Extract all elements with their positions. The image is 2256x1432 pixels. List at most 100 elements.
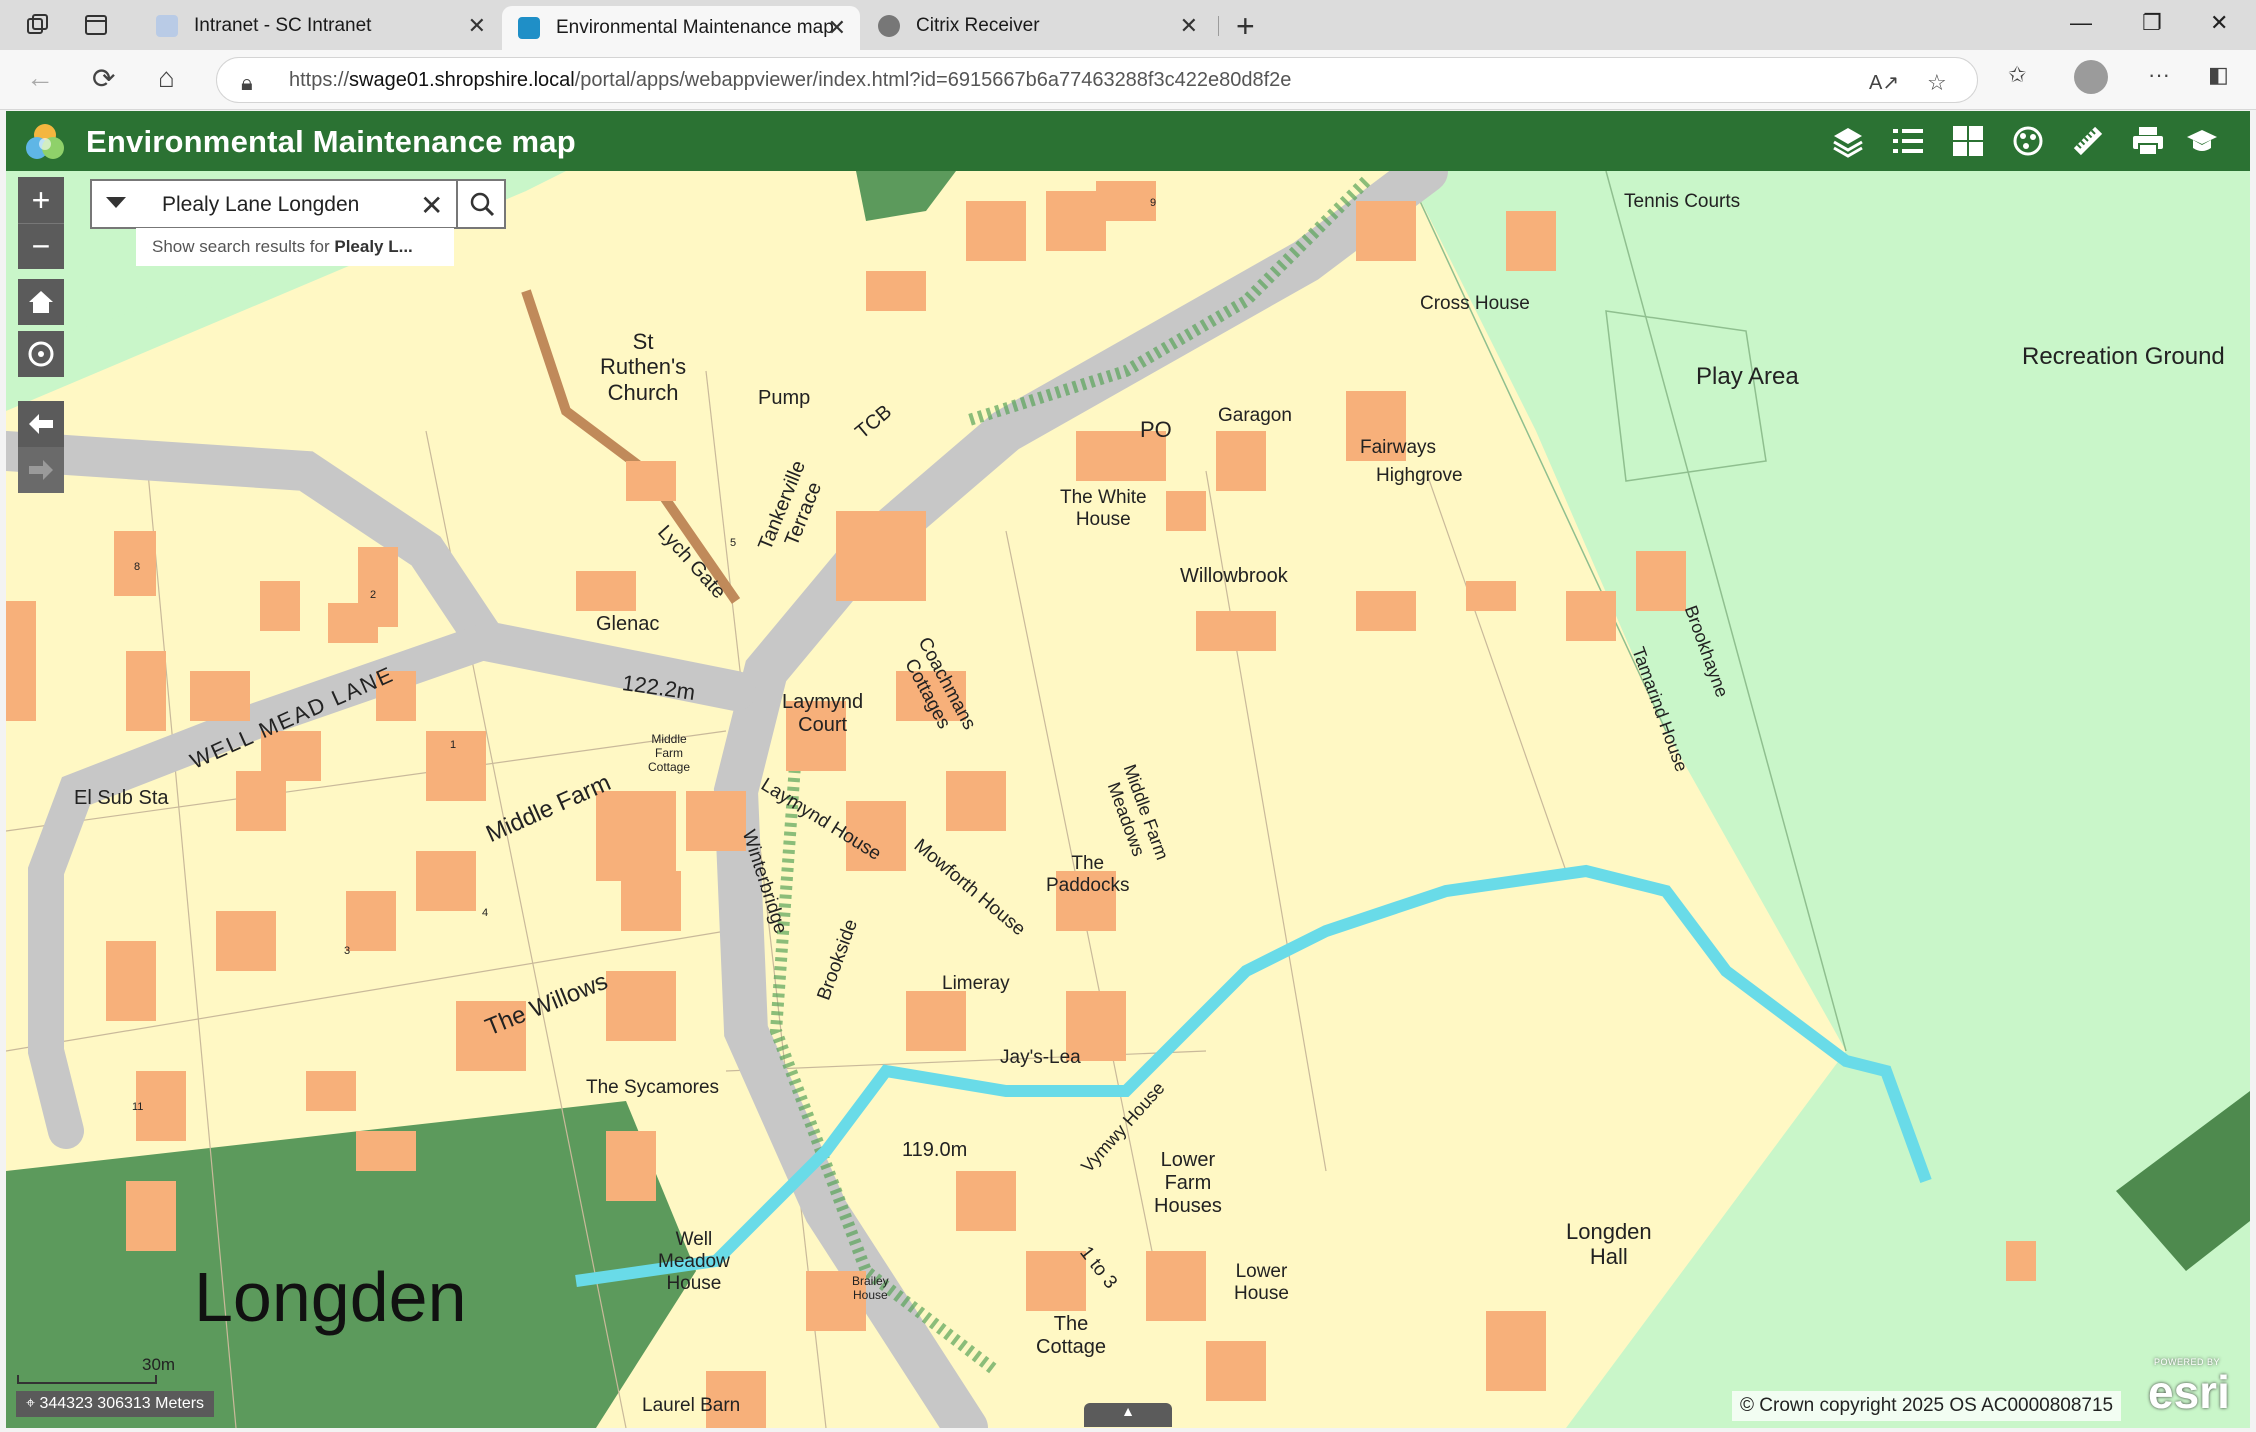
map-label: Play Area xyxy=(1696,363,1799,390)
map-view[interactable]: St Ruthen's Church Pump TCB Tankerville … xyxy=(6,171,2250,1428)
favorite-star-icon[interactable]: ☆ xyxy=(1927,70,1947,96)
url-field[interactable]: 🔒︎ https://swage01.shropshire.local/port… xyxy=(216,57,1978,103)
map-label: The Cottage xyxy=(1036,1313,1107,1358)
map-label: Longden Hall xyxy=(1566,1219,1652,1270)
map-label: Garagon xyxy=(1218,405,1292,426)
analysis-icon[interactable] xyxy=(2004,119,2052,163)
measure-icon[interactable] xyxy=(2064,119,2112,163)
zoom-out-button[interactable]: − xyxy=(18,223,64,269)
next-extent-button[interactable] xyxy=(18,447,64,493)
scale-label: 30m xyxy=(142,1355,176,1374)
map-label: Willowbrook xyxy=(1180,565,1288,587)
esri-logo: POWERED BY esri xyxy=(2148,1357,2230,1418)
close-tab-icon[interactable]: ✕ xyxy=(1180,13,1198,39)
sidebar-icon[interactable]: ◧ xyxy=(2208,62,2229,88)
legend-icon[interactable] xyxy=(1884,119,1932,163)
coordinate-display[interactable]: ⌖ 344323 306313 Meters xyxy=(16,1391,215,1417)
house-number: 2 xyxy=(370,589,377,601)
map-label: Tennis Courts xyxy=(1624,191,1741,212)
search-icon xyxy=(470,192,495,217)
education-icon[interactable] xyxy=(2178,119,2226,163)
url-text: https://swage01.shropshire.local/portal/… xyxy=(289,69,1292,91)
zoom-in-button[interactable]: + xyxy=(18,177,64,223)
restore-button[interactable]: ❐ xyxy=(2142,10,2162,36)
close-window-button[interactable]: ✕ xyxy=(2210,10,2228,36)
arcgis-favicon xyxy=(518,17,540,39)
search-button[interactable] xyxy=(456,179,506,229)
clear-search-icon[interactable]: ✕ xyxy=(420,189,443,222)
tab-actions-menu-button[interactable] xyxy=(78,8,114,42)
map-label: PO xyxy=(1140,417,1172,442)
map-label: Limeray xyxy=(942,973,1010,994)
arrow-left-icon xyxy=(29,414,53,434)
attribution: © Crown copyright 2025 OS AC0000808715 xyxy=(1732,1391,2122,1421)
map-label: St Ruthen's Church xyxy=(600,329,687,405)
tab-title: Citrix Receiver xyxy=(916,15,1040,36)
my-location-button[interactable] xyxy=(18,331,64,377)
house-number: 3 xyxy=(344,945,351,957)
workspaces-button[interactable] xyxy=(20,8,56,42)
read-aloud-icon[interactable]: A↗ xyxy=(1869,70,1899,95)
tab-title: Intranet - SC Intranet xyxy=(194,15,372,36)
close-tab-icon[interactable]: ✕ xyxy=(468,13,486,39)
zoom-controls: + − xyxy=(18,177,64,493)
house-number: 4 xyxy=(482,907,489,919)
tab-actions xyxy=(20,8,114,42)
house-number: 9 xyxy=(1150,197,1157,209)
home-extent-button[interactable] xyxy=(18,279,64,325)
print-icon[interactable] xyxy=(2124,119,2172,163)
map-label: Pump xyxy=(758,387,811,409)
house-number: 5 xyxy=(730,537,737,549)
house-number: 11 xyxy=(132,1101,144,1113)
new-tab-button[interactable]: + xyxy=(1236,8,1255,45)
refresh-button[interactable]: ⟳ xyxy=(92,62,115,95)
map-label: Middle Farm Cottage xyxy=(648,732,691,774)
map-label: Laymynd Court xyxy=(782,691,864,736)
close-tab-icon[interactable]: ✕ xyxy=(828,15,846,41)
map-label: Well Meadow House xyxy=(658,1229,730,1294)
arrow-right-icon xyxy=(29,460,53,480)
tab-environmental-map[interactable]: Environmental Maintenance map ✕ xyxy=(502,6,860,50)
minimize-button[interactable]: — xyxy=(2070,10,2092,36)
address-bar: ← ⟳ ⌂ 🔒︎ https://swage01.shropshire.loca… xyxy=(0,50,2256,110)
map-label: Brailey House xyxy=(852,1274,889,1302)
search-source-dropdown[interactable] xyxy=(106,197,126,208)
house-number: 1 xyxy=(450,739,457,751)
tab-citrix[interactable]: Citrix Receiver ✕ xyxy=(862,6,1212,46)
map-label: The Sycamores xyxy=(586,1077,720,1098)
search-suggestion[interactable]: Show search results for Plealy L... xyxy=(136,228,454,266)
lock-icon[interactable]: 🔒︎ xyxy=(241,70,253,96)
basemap-gallery-icon[interactable] xyxy=(1944,119,1992,163)
map-label: Jay's-Lea xyxy=(1000,1047,1081,1068)
back-button[interactable]: ← xyxy=(26,62,54,94)
map-label: Recreation Ground xyxy=(2022,343,2225,370)
home-button[interactable]: ⌂ xyxy=(158,62,175,94)
map-label: The Paddocks xyxy=(1046,853,1130,896)
tab-intranet[interactable]: Intranet - SC Intranet ✕ xyxy=(140,6,500,46)
house-number: 8 xyxy=(134,561,141,573)
locate-icon xyxy=(28,341,54,367)
map-label: Cross House xyxy=(1420,293,1530,314)
search-input[interactable]: Plealy Lane Longden xyxy=(162,193,359,217)
intranet-favicon xyxy=(156,15,178,37)
app-logo-icon xyxy=(26,124,64,159)
tab-title: Environmental Maintenance map xyxy=(556,17,834,38)
profile-avatar[interactable] xyxy=(2074,60,2108,94)
map-label: Lower Farm Houses xyxy=(1154,1149,1222,1217)
map-label: The White House xyxy=(1060,487,1147,530)
map-label: Highgrove xyxy=(1376,465,1463,486)
app-header: Environmental Maintenance map xyxy=(6,111,2250,171)
more-menu-icon[interactable]: ··· xyxy=(2148,62,2170,88)
tab-separator xyxy=(1218,16,1219,36)
attribute-table-toggle[interactable]: ▲ xyxy=(1084,1403,1172,1427)
previous-extent-button[interactable] xyxy=(18,401,64,447)
home-icon xyxy=(29,291,53,313)
layers-icon[interactable] xyxy=(1824,119,1872,163)
map-label: Lower House xyxy=(1234,1261,1289,1304)
crosshair-icon: ⌖ xyxy=(26,1395,40,1412)
app-title: Environmental Maintenance map xyxy=(86,124,576,159)
map-label-town: Longden xyxy=(194,1258,467,1336)
favorites-icon[interactable]: ✩ xyxy=(2008,62,2026,88)
citrix-favicon xyxy=(878,15,900,37)
map-label: El Sub Sta xyxy=(74,787,169,809)
